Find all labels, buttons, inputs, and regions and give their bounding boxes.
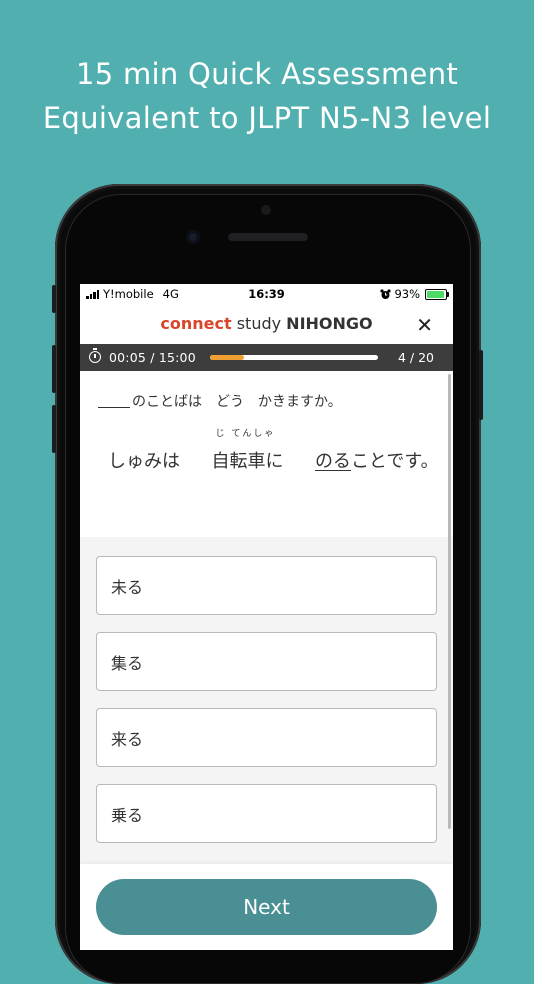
status-right: 93%	[380, 287, 449, 301]
scrollbar[interactable]	[448, 374, 451, 829]
current-question: 4	[397, 350, 406, 365]
sentence-part-1: しゅみは	[108, 451, 180, 472]
app-logo: connect study NIHONGO	[80, 314, 453, 333]
sentence-part-3: ことです。	[350, 451, 439, 472]
logo-connect: connect	[160, 314, 232, 333]
sentence-part-2: に	[265, 451, 284, 472]
progress-track	[210, 355, 378, 360]
headline-line-2: Equivalent to JLPT N5-N3 level	[42, 101, 492, 135]
time-limit: 15:00	[158, 350, 196, 365]
target-word: のる	[314, 451, 351, 472]
close-icon[interactable]: ✕	[416, 313, 433, 337]
timer: 00:05 / 15:00	[109, 350, 196, 365]
counter-separator: /	[409, 350, 415, 365]
app-header: connect study NIHONGO ✕	[80, 304, 453, 344]
question-card: のことばは どう かきますか。 しゅみは じ てんしゃ 自転車に のることです。	[80, 371, 453, 537]
headline: 15 min Quick Assessment Equivalent to JL…	[0, 52, 534, 140]
progress-fill	[210, 355, 244, 360]
logo-study: study	[236, 314, 282, 333]
earpiece-speaker	[228, 233, 308, 241]
answer-option-3[interactable]: 来る	[96, 708, 437, 767]
elapsed-time: 00:05	[109, 350, 147, 365]
blank-underline	[98, 407, 130, 408]
total-questions: 20	[418, 350, 434, 365]
furigana-word: じ てんしゃ 自転車	[211, 429, 273, 473]
proximity-sensor	[261, 205, 271, 215]
timer-separator: /	[150, 350, 155, 365]
answer-option-1[interactable]: 未る	[96, 556, 437, 615]
next-button[interactable]: Next	[96, 879, 437, 935]
question-prompt: のことばは どう かきますか。	[98, 391, 342, 411]
stopwatch-icon	[89, 348, 101, 363]
quiz-progress-bar: 00:05 / 15:00 4 / 20	[80, 344, 453, 371]
mute-switch	[52, 285, 56, 313]
footer: Next	[80, 864, 453, 950]
power-button	[479, 350, 483, 420]
battery-icon	[425, 288, 449, 300]
volume-down-button	[52, 405, 56, 453]
app-screen: Y!mobile 4G 16:39 93% connect study NIHO…	[80, 284, 453, 950]
kanji-word: 自転車	[211, 451, 266, 472]
prompt-text: のことばは どう かきますか。	[132, 394, 342, 410]
answer-option-4[interactable]: 乗る	[96, 784, 437, 843]
status-bar: Y!mobile 4G 16:39 93%	[80, 284, 453, 304]
alarm-clock-icon	[380, 288, 392, 299]
battery-level	[427, 290, 444, 298]
question-sentence: しゅみは じ てんしゃ 自転車に のることです。	[108, 429, 439, 473]
front-camera	[186, 230, 200, 244]
logo-nihongo: NIHONGO	[286, 314, 373, 333]
volume-up-button	[52, 345, 56, 393]
battery-percent: 93%	[394, 287, 420, 301]
answer-options: 未る 集る 来る 乗る	[96, 556, 437, 860]
headline-line-1: 15 min Quick Assessment	[75, 57, 459, 91]
answer-option-2[interactable]: 集る	[96, 632, 437, 691]
furigana-reading: じ てんしゃ	[215, 429, 276, 439]
question-counter: 4 / 20	[398, 350, 434, 365]
